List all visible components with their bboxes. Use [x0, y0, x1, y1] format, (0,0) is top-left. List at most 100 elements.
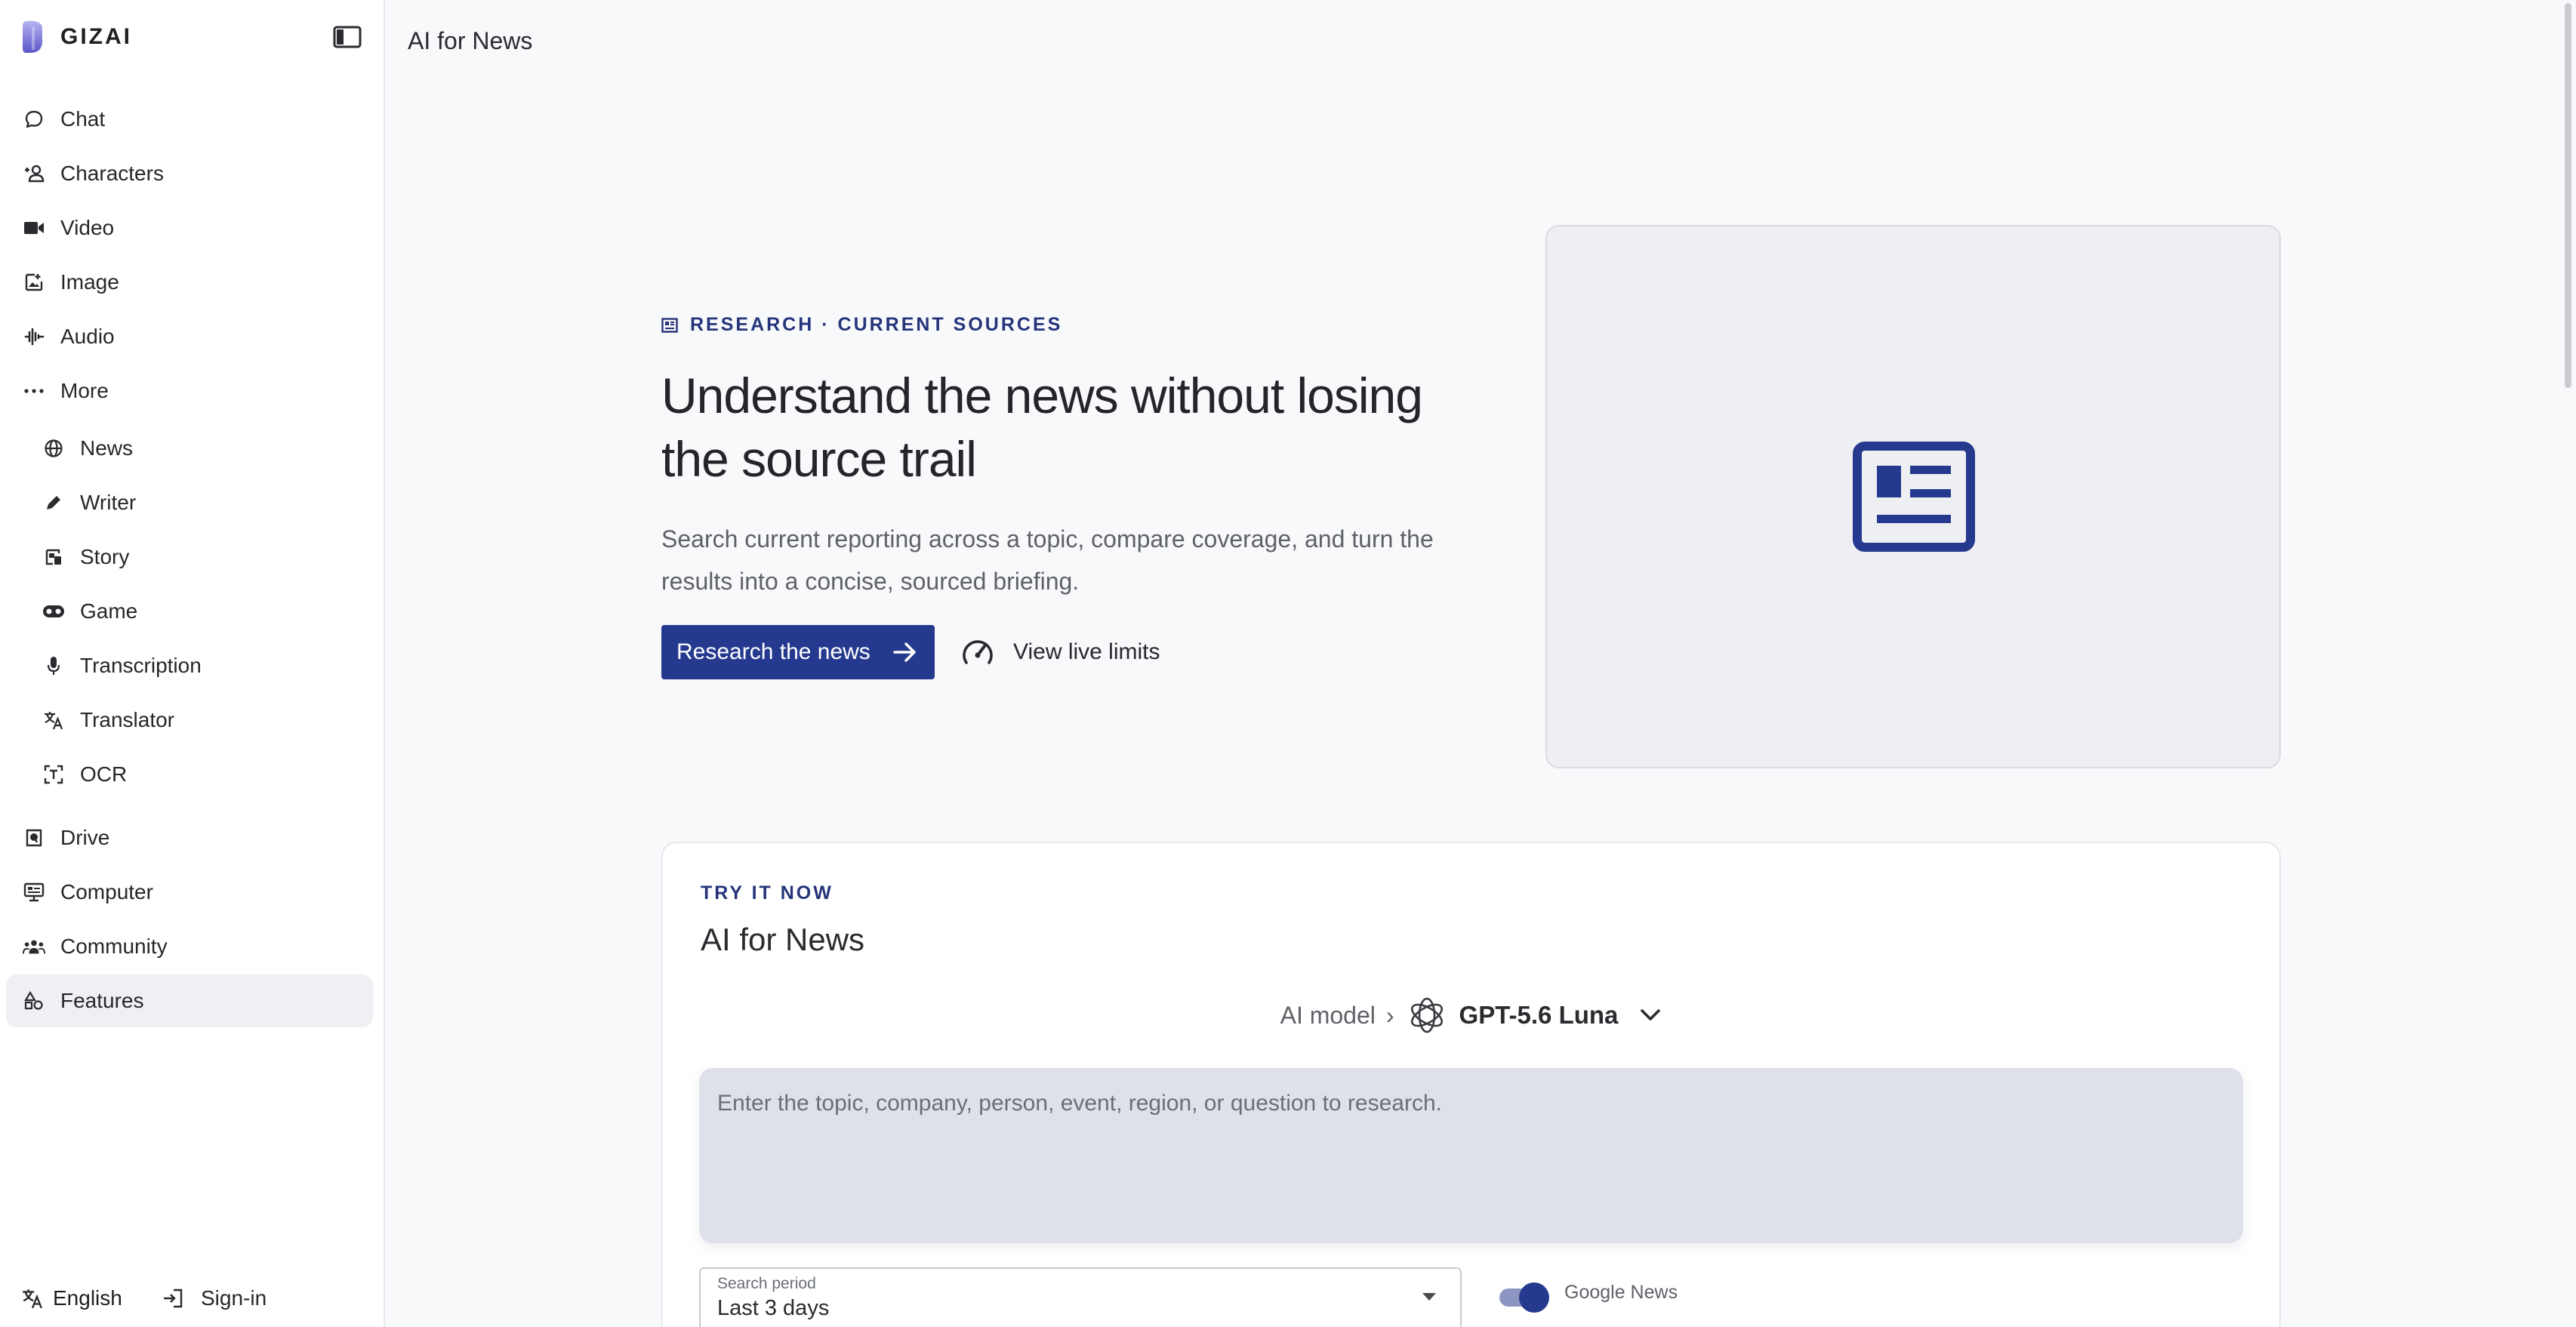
search-period-label: Search period	[717, 1275, 816, 1292]
hero-illustration-card	[1545, 225, 2281, 768]
sidebar-item-video[interactable]: Video	[6, 202, 373, 254]
sign-in-button[interactable]: Sign-in	[162, 1276, 267, 1321]
sidebar-panel-icon	[333, 26, 362, 48]
more-dots-icon	[23, 380, 45, 402]
sidebar-item-label: News	[80, 436, 134, 460]
page-scrollbar[interactable]	[2561, 0, 2576, 1327]
sidebar-item-label: Story	[80, 545, 130, 568]
gamepad-icon	[42, 600, 65, 623]
prompt-box	[699, 1068, 2243, 1243]
model-separator: ›	[1385, 1001, 1394, 1029]
sidebar-item-label: More	[60, 379, 109, 402]
globe-icon	[42, 437, 65, 460]
brand-name: GIZAI	[60, 24, 132, 49]
sidebar-item-label: Chat	[60, 107, 106, 131]
chevron-down-icon	[1639, 1008, 1662, 1023]
research-news-button-label: Research the news	[676, 639, 870, 664]
sidebar-item-features[interactable]: Features	[6, 974, 373, 1027]
toggle-switch[interactable]	[1498, 1281, 1549, 1313]
sidebar-item-ocr[interactable]: OCR	[6, 748, 373, 801]
sidebar-footer: English Sign-in	[0, 1276, 385, 1321]
dropdown-arrow-icon	[1421, 1292, 1437, 1302]
sidebar-item-label: Computer	[60, 880, 153, 904]
brand-logo[interactable]: GIZAI	[21, 20, 132, 54]
sidebar-item-label: Transcription	[80, 654, 202, 677]
sidebar-item-story[interactable]: Story	[6, 531, 373, 583]
sidebar-item-label: Translator	[80, 708, 175, 731]
arrow-right-icon	[892, 640, 918, 664]
google-news-toggle[interactable]: Google News	[1498, 1281, 1678, 1313]
sidebar-item-computer[interactable]: Computer	[6, 866, 373, 919]
sidebar-item-game[interactable]: Game	[6, 585, 373, 638]
hero-eyebrow: RESEARCH · CURRENT SOURCES	[661, 314, 1062, 336]
view-live-limits-button[interactable]: View live limits	[960, 625, 1160, 679]
openai-logo-icon	[1405, 993, 1449, 1037]
sidebar-item-label: Features	[60, 989, 144, 1012]
research-news-button[interactable]: Research the news	[661, 625, 935, 679]
model-name: GPT-5.6 Luna	[1459, 1001, 1619, 1029]
sign-in-icon	[162, 1288, 184, 1309]
chat-bubble-icon	[23, 108, 45, 131]
translate-icon	[42, 709, 65, 731]
search-period-select[interactable]: Search period Last 3 days	[699, 1267, 1462, 1327]
page-title: AI for News	[408, 27, 533, 54]
monitor-icon	[23, 881, 45, 904]
sidebar-item-label: Drive	[60, 826, 110, 849]
drive-icon	[23, 827, 45, 849]
model-prefix-label: AI model	[1280, 1001, 1376, 1029]
newspaper-small-icon	[661, 317, 678, 333]
scrollbar-thumb[interactable]	[2565, 3, 2571, 388]
try-it-title: AI for News	[701, 922, 865, 957]
sidebar-item-audio[interactable]: Audio	[6, 310, 373, 363]
person-add-icon	[23, 162, 45, 185]
sidebar-item-label: Writer	[80, 491, 137, 514]
sidebar-item-transcription[interactable]: Transcription	[6, 639, 373, 692]
sidebar-item-translator[interactable]: Translator	[6, 694, 373, 747]
sidebar-item-label: Game	[80, 599, 138, 623]
sidebar-item-news[interactable]: News	[6, 422, 373, 475]
sidebar-item-image[interactable]: Image	[6, 256, 373, 309]
newspaper-icon	[1853, 442, 1975, 552]
waveform-icon	[23, 325, 45, 348]
try-it-eyebrow: TRY IT NOW	[701, 882, 834, 904]
translate-icon	[21, 1288, 44, 1309]
research-prompt-input[interactable]	[699, 1068, 2243, 1243]
microphone-icon	[42, 654, 65, 677]
sidebar-item-label: Video	[60, 216, 115, 239]
sidebar-item-writer[interactable]: Writer	[6, 476, 373, 529]
hero-eyebrow-label: RESEARCH · CURRENT SOURCES	[690, 314, 1063, 335]
sidebar-item-label: Image	[60, 270, 119, 294]
people-icon	[23, 935, 45, 958]
view-live-limits-label: View live limits	[1013, 639, 1160, 664]
search-period-value: Last 3 days	[717, 1296, 830, 1320]
google-news-label: Google News	[1564, 1281, 1678, 1303]
model-selector[interactable]: AI model › GPT-5.6 Luna	[663, 991, 2279, 1039]
pen-icon	[42, 491, 65, 514]
sidebar: GIZAI Chat Characters Video Image Audio	[0, 0, 385, 1327]
sidebar-item-label: Characters	[60, 162, 164, 185]
sign-in-label: Sign-in	[201, 1286, 267, 1310]
sidebar-item-label: Community	[60, 934, 168, 958]
sidebar-item-more[interactable]: More	[6, 365, 373, 417]
speedometer-icon	[960, 637, 995, 667]
video-camera-icon	[23, 217, 45, 239]
hero-headline-line1: Understand the news without losing	[661, 368, 1423, 423]
hero-headline: Understand the news without losing the s…	[661, 364, 1447, 491]
sidebar-item-drive[interactable]: Drive	[6, 811, 373, 864]
language-selector[interactable]: English	[21, 1276, 122, 1321]
sidebar-item-community[interactable]: Community	[6, 920, 373, 973]
sidebar-item-label: OCR	[80, 762, 128, 786]
text-scan-icon	[42, 763, 65, 786]
hero-headline-line2: the source trail	[661, 431, 977, 487]
try-it-panel: TRY IT NOW AI for News AI model › GPT-5.…	[661, 842, 2281, 1327]
image-icon	[23, 271, 45, 294]
sidebar-item-chat[interactable]: Chat	[6, 93, 373, 146]
hero-subtitle: Search current reporting across a topic,…	[661, 525, 1434, 595]
story-book-icon	[42, 546, 65, 568]
sidebar-toggle-button[interactable]	[332, 24, 362, 50]
sidebar-item-label: Audio	[60, 325, 115, 348]
shapes-icon	[23, 990, 45, 1012]
sidebar-item-characters[interactable]: Characters	[6, 147, 373, 200]
gizai-logo-icon	[21, 20, 44, 54]
language-label: English	[53, 1286, 122, 1310]
